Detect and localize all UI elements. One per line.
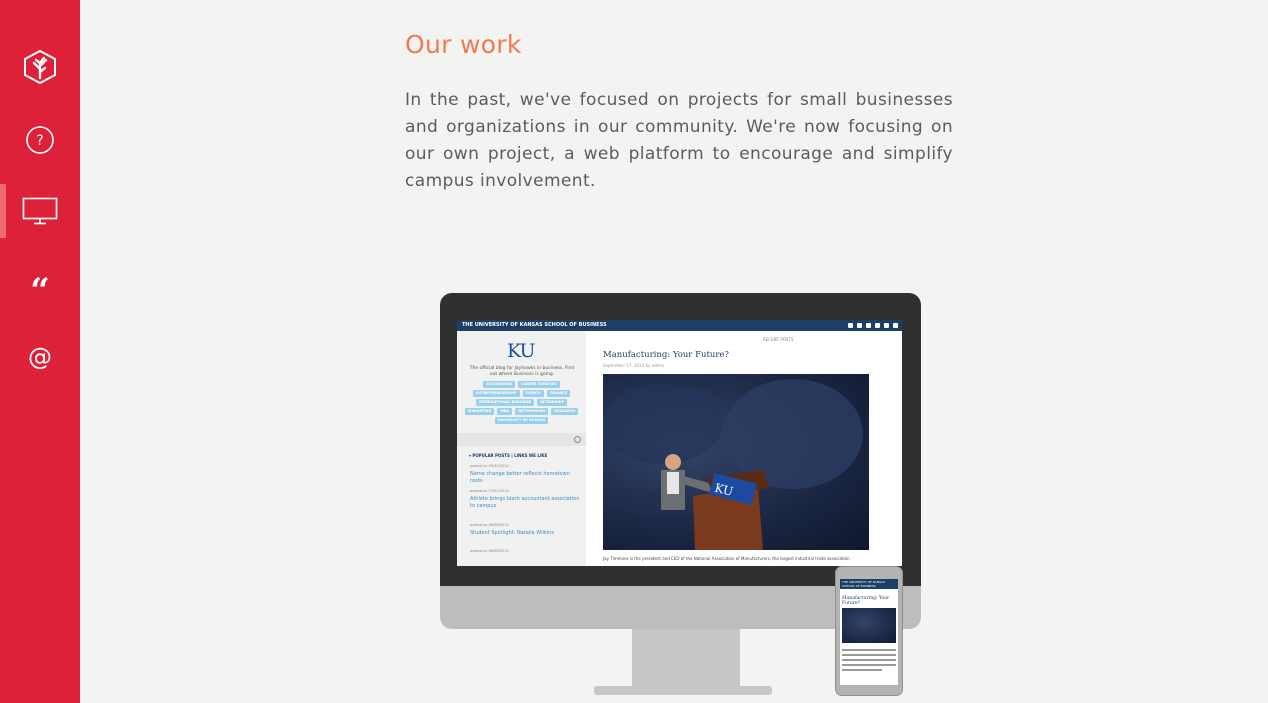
at-icon: @ (26, 343, 54, 371)
recent-posts-label: RECENT POSTS (763, 337, 794, 342)
tag-pill: ENTREPRENEURSHIP (472, 390, 520, 397)
site-sidebar: KU The official blog for Jayhawks in bus… (457, 331, 586, 566)
ku-logo: KU (507, 340, 536, 362)
popular-posts-heading: ▾ POPULAR POSTS | LINKS WE LIKE (469, 453, 548, 458)
tag-pill: MARKETING (464, 408, 495, 415)
phone-text-line (842, 654, 896, 656)
pinterest-icon (875, 323, 880, 328)
photo-caption: Jay Timmons is the president and CEO of … (603, 556, 851, 561)
phone-screen: THE UNIVERSITY OF KANSAS SCHOOL OF BUSIN… (840, 579, 898, 685)
tag-pill: ACCOUNTING (483, 381, 516, 388)
search-icon (574, 436, 581, 443)
phone-site-header: THE UNIVERSITY OF KANSAS SCHOOL OF BUSIN… (840, 579, 898, 589)
post-link: Name change better reflects hometown roo… (470, 471, 570, 484)
svg-text:@: @ (28, 343, 52, 371)
leaf-hexagon-icon (22, 49, 58, 85)
phone-mockup: THE UNIVERSITY OF KANSAS SCHOOL OF BUSIN… (835, 566, 903, 696)
post-photo: KU (603, 374, 869, 550)
monitor-stand-base (594, 686, 772, 695)
sidebar-nav: ? “ @ (0, 0, 80, 703)
instagram-icon (893, 323, 898, 328)
phone-post-photo (842, 608, 896, 643)
phone-text-line (842, 649, 896, 651)
tag-pill: CAREER SERVICES (518, 381, 560, 388)
social-icons (848, 320, 898, 331)
nav-item-about[interactable]: ? (0, 113, 80, 167)
linkedin-icon (857, 323, 862, 328)
tag-pill: UNIVERSITY OF KANSAS (494, 417, 549, 424)
tag-row: ACCOUNTING CAREER SERVICES (463, 381, 580, 388)
post-meta: posted on 06/06/2014 (470, 549, 509, 553)
post-date: September 17, 2014 by admin (603, 363, 665, 368)
tag-pill: FINANCE (546, 390, 571, 397)
site-header-title: THE UNIVERSITY OF KANSAS SCHOOL OF BUSIN… (462, 322, 607, 328)
post-meta: posted on 06/06/2014 (470, 523, 509, 527)
quote-icon: “ (26, 274, 54, 296)
post-title: Manufacturing: Your Future? (603, 350, 729, 360)
twitter-icon (884, 323, 889, 328)
tag-pill: RESEARCH (551, 408, 579, 415)
tag-pill: EVENTS (522, 390, 544, 397)
post-meta: posted on 07/02/2014 (470, 489, 509, 493)
site-search (457, 433, 586, 446)
monitor-screen: THE UNIVERSITY OF KANSAS SCHOOL OF BUSIN… (457, 320, 902, 566)
nav-item-testimonials[interactable]: “ (0, 258, 80, 312)
page-title: Our work (405, 30, 522, 59)
facebook-icon (848, 323, 853, 328)
question-icon: ? (25, 125, 55, 155)
monitor-stand-neck (632, 629, 740, 689)
phone-text-line (842, 664, 896, 666)
phone-text-line (842, 659, 896, 661)
tag-row: INTERNATIONAL BUSINESS INTERNSHIP (463, 399, 580, 406)
post-link: Student Spotlight: Natalie Wilkins (470, 530, 554, 536)
tag-pill: NETWORKING (515, 408, 549, 415)
phone-post-title: Manufacturing: Your Future? (842, 596, 890, 606)
nav-item-work[interactable] (0, 184, 80, 238)
nav-item-contact[interactable]: @ (0, 330, 80, 384)
svg-text:?: ? (36, 133, 43, 149)
monitor-icon (22, 197, 58, 225)
post-link: Athlete brings black accountant associat… (470, 496, 580, 509)
site-tagline: The official blog for Jayhawks in busine… (469, 366, 575, 377)
site-header: THE UNIVERSITY OF KANSAS SCHOOL OF BUSIN… (457, 320, 902, 331)
tag-pill: INTERNSHIP (537, 399, 568, 406)
phone-text-line (842, 669, 882, 671)
svg-text:“: “ (30, 274, 50, 296)
youtube-icon (866, 323, 871, 328)
tag-pill: INTERNATIONAL BUSINESS (475, 399, 535, 406)
intro-paragraph: In the past, we've focused on projects f… (405, 90, 953, 191)
tag-row: MARKETING MBA NETWORKING RESEARCH (463, 408, 580, 415)
monitor-frame: THE UNIVERSITY OF KANSAS SCHOOL OF BUSIN… (440, 293, 921, 588)
tag-row: ENTREPRENEURSHIP EVENTS FINANCE (463, 390, 580, 397)
tag-row: UNIVERSITY OF KANSAS (463, 417, 580, 424)
nav-item-home[interactable] (0, 40, 80, 94)
tag-pill: MBA (497, 408, 513, 415)
post-meta: posted on 09/30/2014 (470, 464, 509, 468)
